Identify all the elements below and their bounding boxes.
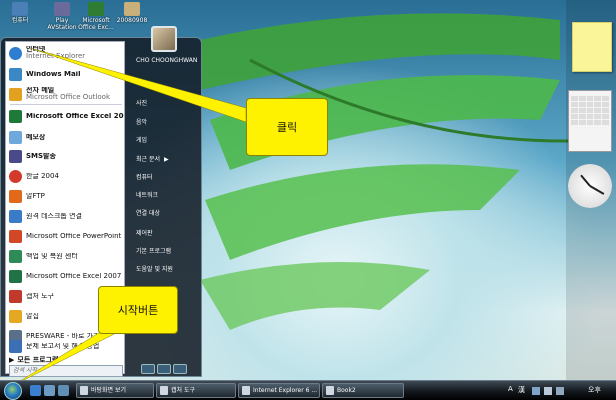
clock-time[interactable]: 오후 [588, 385, 601, 395]
task-snipping-tool[interactable]: 캡처 도구 [156, 383, 236, 398]
click-callout-pointer [29, 47, 247, 123]
task-label: Book2 [337, 387, 356, 394]
start-button[interactable] [4, 382, 22, 400]
taskbar: 바탕화면 보기 캡처 도구 Internet Explorer 6 ... Bo… [0, 380, 616, 400]
tray-app-icon[interactable] [556, 387, 564, 395]
callout-click-label: 클릭 [276, 121, 298, 134]
ime-mode-a[interactable]: A [508, 385, 513, 393]
callout-pointers [11, 47, 247, 387]
callout-start-label: 시작버튼 [117, 304, 159, 317]
task-internet-explorer[interactable]: Internet Explorer 6 ... [238, 383, 320, 398]
callout-click: 클릭 [246, 98, 328, 156]
task-label: 바탕화면 보기 [91, 387, 127, 394]
task-label: Internet Explorer 6 ... [253, 387, 318, 394]
task-show-desktop[interactable]: 바탕화면 보기 [76, 383, 154, 398]
quicklaunch-ie-icon[interactable] [30, 385, 41, 396]
quicklaunch-show-desktop-icon[interactable] [44, 385, 55, 396]
task-label: 캡처 도구 [171, 387, 195, 394]
callout-start-button: 시작버튼 [98, 286, 178, 334]
ime-hanja-toggle[interactable]: 漢 [518, 385, 525, 395]
task-book2[interactable]: Book2 [322, 383, 404, 398]
network-icon[interactable] [532, 387, 540, 395]
volume-icon[interactable] [544, 387, 552, 395]
quicklaunch-switch-windows-icon[interactable] [58, 385, 69, 396]
system-tray: A 漢 오후 [508, 382, 616, 400]
